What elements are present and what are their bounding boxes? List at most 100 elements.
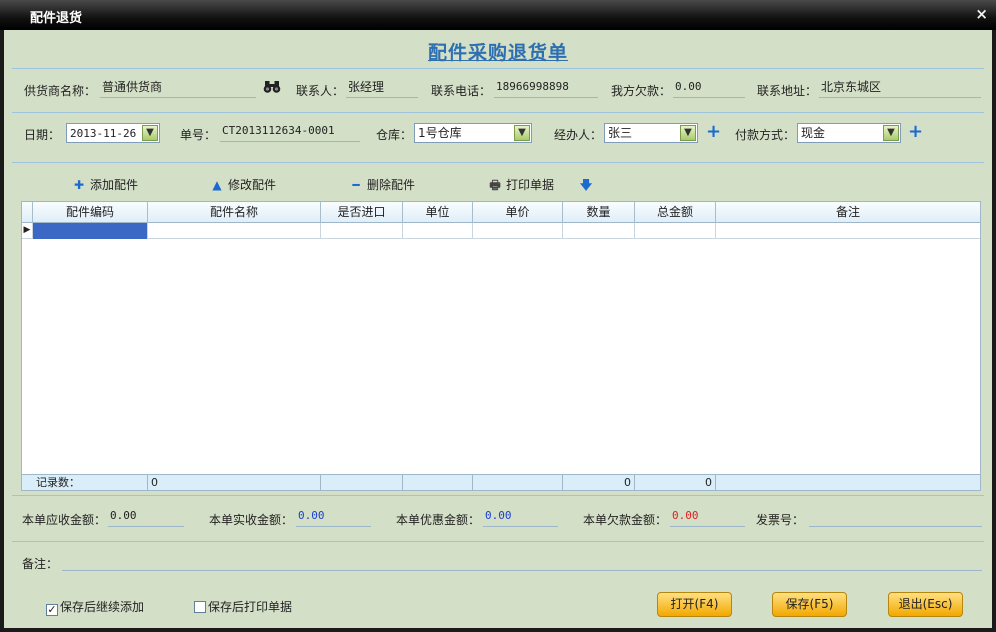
- contact-label: 联系人：: [296, 84, 345, 98]
- table-header: 配件编码 配件名称 是否进口 单位 单价 数量 总金额 备注: [22, 202, 980, 223]
- date-picker[interactable]: 2013-11-26 ▼: [66, 123, 160, 143]
- phone-label: 联系电话：: [431, 84, 492, 98]
- record-count-label: 记录数：: [33, 475, 148, 491]
- window-title: 配件退货: [30, 11, 83, 26]
- add-handler-plus-icon[interactable]: +: [706, 123, 721, 141]
- printer-icon: 🖶: [489, 178, 501, 192]
- column-header[interactable]: 是否进口: [321, 202, 403, 223]
- table-cell[interactable]: [563, 223, 635, 239]
- exit-button[interactable]: 退出(Esc): [888, 592, 963, 617]
- save-button[interactable]: 保存(F5): [772, 592, 847, 617]
- chevron-down-icon[interactable]: ▼: [680, 125, 696, 141]
- table-row[interactable]: ▶: [22, 223, 980, 239]
- handler-value: 张三: [608, 126, 633, 140]
- footer-cell: [473, 475, 563, 491]
- amount-total: 0: [635, 475, 716, 491]
- column-header[interactable]: 配件编码: [33, 202, 148, 223]
- title-bar[interactable]: 配件退货 ×: [0, 0, 996, 30]
- table-cell[interactable]: [148, 223, 321, 239]
- supplier-label: 供货商名称：: [24, 84, 97, 98]
- remark-field[interactable]: [62, 551, 982, 571]
- checkbox-checked-icon[interactable]: ✓: [46, 604, 58, 616]
- delete-part-label: 删除配件: [367, 178, 416, 192]
- footer-cell: [403, 475, 473, 491]
- plus-icon: ✚: [73, 178, 85, 192]
- dialog-window: 配件退货 × 配件采购退货单 供货商名称： 普通供货商 联系人： 张经理 联系电…: [0, 0, 996, 632]
- phone-field[interactable]: 18966998898: [494, 78, 598, 98]
- qty-total: 0: [563, 475, 635, 491]
- edit-part-button[interactable]: ▲ 修改配件: [210, 176, 276, 193]
- table-cell-selected[interactable]: [33, 223, 148, 239]
- payment-value: 现金: [801, 126, 826, 140]
- chevron-down-icon[interactable]: ▼: [142, 125, 158, 141]
- footer-cell: [321, 475, 403, 491]
- column-header[interactable]: 单价: [473, 202, 563, 223]
- warehouse-value: 1号仓库: [418, 126, 462, 140]
- close-icon[interactable]: ×: [975, 5, 988, 23]
- table-cell[interactable]: [473, 223, 563, 239]
- owe-label: 我方欠款：: [611, 84, 672, 98]
- checkbox-unchecked-icon[interactable]: [194, 601, 206, 613]
- receivable-value: 0.00: [108, 507, 184, 527]
- arrears-value: 0.00: [670, 507, 745, 527]
- form-heading: 配件采购退货单: [427, 42, 568, 64]
- column-header[interactable]: 单位: [403, 202, 473, 223]
- invoice-field[interactable]: [809, 507, 982, 527]
- arrow-down-icon: 🡇: [579, 178, 593, 192]
- divider: [12, 68, 984, 69]
- table-cell[interactable]: [321, 223, 403, 239]
- divider: [12, 495, 984, 496]
- current-row-indicator-icon: ▶: [22, 223, 33, 239]
- open-button[interactable]: 打开(F4): [657, 592, 732, 617]
- receivable-label: 本单应收金额：: [22, 513, 107, 527]
- address-field[interactable]: 北京东城区: [819, 78, 981, 98]
- warehouse-select[interactable]: 1号仓库 ▼: [414, 123, 532, 143]
- contact-field[interactable]: 张经理: [346, 78, 418, 98]
- column-header[interactable]: 备注: [716, 202, 980, 223]
- delete-part-button[interactable]: ━ 删除配件: [349, 176, 415, 193]
- print-after-checkbox[interactable]: 保存后打印单据: [194, 598, 292, 615]
- edit-part-label: 修改配件: [228, 178, 277, 192]
- address-label: 联系地址：: [757, 84, 818, 98]
- handler-select[interactable]: 张三 ▼: [604, 123, 698, 143]
- discount-value[interactable]: 0.00: [483, 507, 558, 527]
- minus-icon: ━: [352, 178, 360, 192]
- payment-label: 付款方式：: [735, 128, 796, 142]
- footer-cell: [716, 475, 980, 491]
- payment-select[interactable]: 现金 ▼: [797, 123, 901, 143]
- received-value[interactable]: 0.00: [296, 507, 371, 527]
- table-cell[interactable]: [716, 223, 980, 239]
- date-label: 日期：: [24, 128, 61, 142]
- date-value: 2013-11-26: [70, 127, 137, 140]
- add-payment-plus-icon[interactable]: +: [908, 123, 923, 141]
- divider: [12, 162, 984, 163]
- table-cell[interactable]: [635, 223, 716, 239]
- chevron-down-icon[interactable]: ▼: [514, 125, 530, 141]
- add-part-button[interactable]: ✚ 添加配件: [72, 176, 138, 193]
- discount-label: 本单优惠金额：: [396, 513, 481, 527]
- divider: [12, 541, 984, 542]
- table-footer: 记录数： 0 0 0: [22, 474, 980, 491]
- chevron-down-icon[interactable]: ▼: [883, 125, 899, 141]
- print-label: 打印单据: [506, 178, 555, 192]
- binoculars-icon[interactable]: [263, 80, 281, 98]
- column-header[interactable]: 配件名称: [148, 202, 321, 223]
- column-header[interactable]: 总金额: [635, 202, 716, 223]
- order-no-label: 单号：: [180, 128, 217, 142]
- print-dropdown-button[interactable]: 🡇: [579, 176, 597, 197]
- owe-field: 0.00: [673, 78, 745, 98]
- remark-label: 备注：: [22, 557, 59, 571]
- print-button[interactable]: 🖶 打印单据: [488, 176, 554, 197]
- divider: [12, 112, 984, 113]
- order-no-field: CT2013112634-0001: [220, 122, 360, 142]
- parts-table[interactable]: 配件编码 配件名称 是否进口 单位 单价 数量 总金额 备注 ▶ 记录数： 0 …: [21, 201, 981, 491]
- record-count-value: 0: [148, 475, 321, 491]
- handler-label: 经办人：: [554, 128, 603, 142]
- table-cell[interactable]: [403, 223, 473, 239]
- invoice-label: 发票号：: [756, 513, 805, 527]
- arrow-up-icon: ▲: [212, 178, 222, 192]
- supplier-field[interactable]: 普通供货商: [100, 78, 256, 98]
- continue-add-label: 保存后继续添加: [60, 600, 145, 614]
- column-header[interactable]: 数量: [563, 202, 635, 223]
- continue-add-checkbox[interactable]: ✓ 保存后继续添加: [46, 598, 144, 616]
